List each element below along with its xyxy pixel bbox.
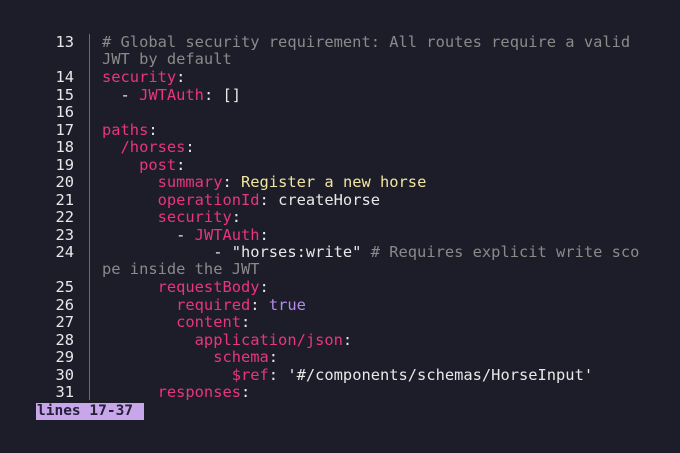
yaml-key: content bbox=[102, 313, 241, 331]
code-line: 17 paths: bbox=[0, 121, 680, 140]
line-number: 16 bbox=[55, 103, 74, 121]
wrapped-comment-13: JWT by default bbox=[102, 50, 232, 68]
yaml-text: : bbox=[342, 331, 353, 349]
line-number: 17 bbox=[55, 121, 74, 139]
code-text: - JWTAuth: [] bbox=[102, 86, 242, 105]
line-number: 20 bbox=[55, 173, 74, 191]
yaml-text: : bbox=[241, 313, 251, 331]
code-text: responses: bbox=[102, 383, 251, 402]
code-text: content: bbox=[102, 313, 251, 332]
yaml-comment: # Requires explicit write sco bbox=[370, 243, 640, 261]
yaml-boolean: true bbox=[268, 296, 306, 314]
line-number: 29 bbox=[55, 348, 74, 366]
code-text: requestBody: bbox=[102, 278, 269, 297]
code-line: 20 summary: Register a new horse bbox=[0, 173, 680, 192]
yaml-text: : bbox=[176, 156, 186, 174]
yaml-key: required bbox=[102, 296, 251, 314]
yaml-string: Register a new horse bbox=[241, 173, 427, 191]
code-text: schema: bbox=[102, 348, 279, 367]
code-line: 16 bbox=[0, 103, 680, 122]
wrapped-comment-24: pe inside the JWT bbox=[102, 260, 260, 278]
line-number: 28 bbox=[55, 331, 74, 349]
yaml-key: summary bbox=[102, 173, 223, 191]
line-number: 14 bbox=[55, 68, 74, 86]
yaml-key: operationId bbox=[102, 191, 260, 209]
code-line: 22 security: bbox=[0, 208, 680, 227]
code-text: post: bbox=[102, 156, 186, 175]
code-text: - JWTAuth: bbox=[102, 226, 269, 245]
code-line: 15 - JWTAuth: [] bbox=[0, 86, 680, 105]
line-number: 30 bbox=[55, 366, 74, 384]
yaml-text: : createHorse bbox=[259, 191, 380, 209]
line-number: 26 bbox=[55, 296, 74, 314]
code-text: security: bbox=[102, 208, 242, 227]
line-number: 13 bbox=[55, 33, 74, 51]
yaml-key: requestBody bbox=[102, 278, 260, 296]
code-line: 31 responses: bbox=[0, 383, 680, 402]
yaml-comment: # Global security requirement: All route… bbox=[102, 33, 631, 51]
line-number: 21 bbox=[55, 191, 74, 209]
code-line: 24 - "horses:write" # Requires explicit … bbox=[0, 243, 680, 262]
code-line: 29 schema: bbox=[0, 348, 680, 367]
yaml-text: : bbox=[259, 278, 269, 296]
yaml-text: - bbox=[102, 86, 140, 104]
code-line: 30 $ref: '#/components/schemas/HorseInpu… bbox=[0, 366, 680, 385]
line-number: 19 bbox=[55, 156, 74, 174]
line-number: 25 bbox=[55, 278, 74, 296]
code-line: 18 /horses: bbox=[0, 138, 680, 157]
yaml-key: security bbox=[102, 208, 232, 226]
line-number: 27 bbox=[55, 313, 74, 331]
code-text: operationId: createHorse bbox=[102, 191, 380, 210]
code-text: summary: Register a new horse bbox=[102, 173, 427, 192]
yaml-text: - "horses:write" bbox=[102, 243, 371, 261]
code-text: paths: bbox=[102, 121, 158, 140]
yaml-text: : bbox=[176, 68, 186, 86]
line-number: 24 bbox=[55, 243, 74, 261]
line-number: 18 bbox=[55, 138, 74, 156]
yaml-text: : bbox=[148, 121, 158, 139]
code-text: application/json: bbox=[102, 331, 353, 350]
yaml-key: paths bbox=[102, 121, 149, 139]
yaml-text: : bbox=[250, 296, 269, 314]
line-number: 31 bbox=[55, 383, 74, 401]
yaml-key: application/json bbox=[102, 331, 343, 349]
terminal-window[interactable]: 13 # Global security requirement: All rou… bbox=[0, 0, 680, 453]
yaml-text: : bbox=[259, 226, 269, 244]
yaml-key: security bbox=[102, 68, 177, 86]
yaml-key: /horses bbox=[102, 138, 186, 156]
code-text: /horses: bbox=[102, 138, 195, 157]
line-number: 15 bbox=[55, 86, 74, 104]
yaml-text: : '#/components/schemas/HorseInput' bbox=[268, 366, 594, 384]
yaml-text: : [] bbox=[203, 86, 242, 104]
code-line: 19 post: bbox=[0, 156, 680, 175]
code-text: security: bbox=[102, 68, 186, 87]
yaml-text: : bbox=[268, 348, 279, 366]
line-number: 22 bbox=[55, 208, 74, 226]
yaml-key: JWTAuth bbox=[139, 86, 204, 104]
code-text: $ref: '#/components/schemas/HorseInput' bbox=[102, 366, 594, 385]
yaml-key: responses bbox=[102, 383, 241, 401]
code-text: required: true bbox=[102, 296, 306, 315]
yaml-key: schema bbox=[102, 348, 269, 366]
code-line: 27 content: bbox=[0, 313, 680, 332]
yaml-text: : bbox=[241, 383, 251, 401]
code-line: 26 required: true bbox=[0, 296, 680, 315]
code-line: 25 requestBody: bbox=[0, 278, 680, 297]
line-number: 23 bbox=[55, 226, 74, 244]
code-line: 28 application/json: bbox=[0, 331, 680, 350]
yaml-key: $ref bbox=[102, 366, 269, 384]
yaml-key: post bbox=[102, 156, 177, 174]
pager-status-line: lines 17-37 bbox=[36, 403, 145, 420]
code-line: 13 # Global security requirement: All rou… bbox=[0, 33, 680, 52]
code-text: - "horses:write" # Requires explicit wri… bbox=[102, 243, 640, 262]
code-text: # Global security requirement: All route… bbox=[102, 33, 631, 52]
code-line: 14 security: bbox=[0, 68, 680, 87]
yaml-text: - bbox=[102, 226, 195, 244]
yaml-text: : bbox=[222, 173, 242, 191]
yaml-key: JWTAuth bbox=[194, 226, 260, 244]
code-line: 23 - JWTAuth: bbox=[0, 226, 680, 245]
yaml-text: : bbox=[231, 208, 242, 226]
code-line: 21 operationId: createHorse bbox=[0, 191, 680, 210]
yaml-text: : bbox=[185, 138, 195, 156]
